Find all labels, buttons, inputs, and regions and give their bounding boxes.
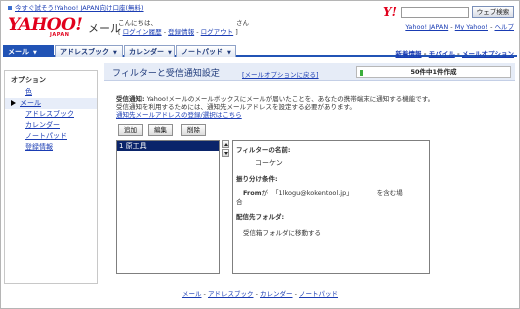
footer-notepad-link[interactable]: ノートパッド — [299, 290, 338, 298]
chevron-down-icon[interactable]: ▼ — [113, 47, 117, 59]
nav-right-links: 新着情報 - モバイル - メールオプション — [396, 48, 514, 58]
tab-calendar[interactable]: カレンダー ▼ — [124, 45, 175, 57]
whats-new-link[interactable]: 新着情報 — [396, 50, 422, 58]
sidebar-item-addressbook[interactable]: アドレスブック — [5, 109, 97, 120]
mail-options-link[interactable]: メールオプション — [462, 50, 514, 58]
separator: - — [203, 290, 206, 298]
separator: - — [423, 50, 427, 58]
separator: - — [294, 290, 297, 298]
move-down-icon[interactable] — [222, 149, 229, 157]
tab-mail[interactable]: メール ▼ — [3, 45, 54, 57]
separator: - — [196, 28, 199, 36]
folder-value: 受信箱フォルダに移動する — [243, 229, 321, 237]
filter-name-label: フィルターの名前: — [236, 146, 291, 154]
separator: - — [490, 23, 493, 31]
sidebar-item-mail[interactable]: メール — [5, 98, 97, 109]
yahoo-logo[interactable]: YAHOO! JAPAN — [8, 16, 84, 40]
logout-link[interactable]: ログアウト — [201, 28, 234, 36]
footer-links: メール - アドレスブック - カレンダー - ノートパッド — [0, 288, 520, 298]
arrow-right-icon — [11, 100, 16, 106]
sidebar-item-label[interactable]: ノートパッド — [25, 132, 67, 140]
back-to-options-link[interactable]: [メールオプションに戻る] — [242, 69, 319, 79]
sidebar-item-color[interactable]: 色 — [5, 87, 97, 98]
condition-ga: が — [261, 189, 268, 197]
notice-line2: 受信通知を利用するためには、通知先メールアドレスを設定する必要があります。 — [116, 103, 356, 111]
sidebar-item-profile[interactable]: 登録情報 — [5, 142, 97, 153]
chevron-down-icon[interactable]: ▼ — [33, 47, 37, 59]
notice-description: 受信通知: Yahoo!メールのメールボックスにメールが届いたことを、あなたの携… — [116, 95, 506, 119]
greeting-text: こんにちは、 — [118, 19, 157, 27]
yahoo-mini-icon: Y! — [383, 5, 397, 19]
notice-label: 受信通知: — [116, 95, 145, 103]
move-up-icon[interactable] — [222, 140, 229, 148]
filter-quota-meter: 50件中1件作成 — [356, 66, 511, 78]
tab-label: メール — [8, 48, 29, 56]
sidebar-item-label[interactable]: 登録情報 — [25, 143, 53, 151]
edit-button[interactable]: 編集 — [148, 124, 173, 136]
separator: - — [457, 50, 460, 58]
options-sidebar: オプション 色 メール アドレスブック カレンダー ノートパッド 登録情報 — [4, 70, 98, 284]
footer-addressbook-link[interactable]: アドレスブック — [208, 290, 254, 298]
logo-brand: YAHOO! — [8, 15, 83, 35]
account-links: [ ログイン履歴 - 登録情報 - ログアウト ] — [118, 28, 238, 37]
condition-text: Fromが 「1lkogu@kokentool.jp」 を含む場 — [243, 187, 403, 197]
folder-label: 配信先フォルダ: — [236, 213, 285, 221]
notice-line1: Yahoo!メールのメールボックスにメールが届いたことを、あなたの携帯端末に通知… — [146, 95, 435, 103]
separator: - — [450, 23, 453, 31]
sidebar-heading: オプション — [11, 76, 46, 84]
bullet-icon — [8, 6, 12, 10]
quota-text: 50件中1件作成 — [410, 68, 457, 76]
bracket-close: ] — [235, 28, 238, 36]
tab-addressbook[interactable]: アドレスブック ▼ — [55, 45, 123, 57]
add-button[interactable]: 追加 — [118, 124, 143, 136]
top-links: Yahoo! JAPAN - My Yahoo! - ヘルプ — [405, 21, 514, 31]
notify-address-link[interactable]: 通知先メールアドレスの登録/選択はこちら — [116, 111, 506, 119]
tab-label: アドレスブック — [60, 48, 109, 56]
tab-label: カレンダー — [129, 48, 164, 56]
web-search: Y! ウェブ検索 — [383, 5, 515, 19]
reorder-controls — [222, 140, 230, 158]
sidebar-item-label[interactable]: カレンダー — [25, 121, 60, 129]
main-header: フィルターと受信通知設定 [メールオプションに戻る] 50件中1件作成 — [104, 63, 515, 81]
tab-notepad[interactable]: ノートパッド ▼ — [176, 45, 236, 57]
condition-contains: を含む場 — [376, 189, 403, 197]
page-title: フィルターと受信通知設定 — [112, 69, 220, 79]
promo-line[interactable]: 今すぐ試そう!Yahoo! JAPAN向け口座(無料) — [8, 3, 144, 13]
greeting-block: こんにちは、 さん [ ログイン履歴 - 登録情報 - ログアウト ] — [118, 19, 249, 37]
yahoo-japan-link[interactable]: Yahoo! JAPAN — [405, 23, 448, 31]
condition-field: From — [243, 189, 262, 197]
footer-calendar-link[interactable]: カレンダー — [260, 290, 293, 298]
sidebar-item-label[interactable]: 色 — [25, 88, 32, 96]
footer-mail-link[interactable]: メール — [182, 290, 202, 298]
filter-list[interactable]: 1 原工具 — [116, 140, 220, 274]
list-item[interactable]: 1 原工具 — [117, 141, 219, 151]
condition-value: 「1lkogu@kokentool.jp」 — [272, 189, 353, 197]
delete-button[interactable]: 削除 — [181, 124, 206, 136]
sidebar-item-calendar[interactable]: カレンダー — [5, 120, 97, 131]
filter-name-value: コーケン — [255, 159, 283, 167]
mobile-link[interactable]: モバイル — [429, 50, 455, 58]
login-history-link[interactable]: ログイン履歴 — [123, 28, 162, 36]
logo-sub: JAPAN — [50, 32, 70, 38]
separator: - — [163, 28, 167, 36]
help-link[interactable]: ヘルプ — [495, 23, 515, 31]
separator: - — [255, 290, 258, 298]
search-input[interactable] — [401, 7, 469, 18]
sidebar-item-label[interactable]: メール — [20, 99, 41, 107]
tab-label: ノートパッド — [181, 48, 223, 56]
sidebar-item-label[interactable]: アドレスブック — [25, 110, 74, 118]
service-title: メール — [88, 22, 121, 35]
condition-label: 振り分け条件: — [236, 175, 278, 183]
condition-tail: 合 — [236, 198, 243, 206]
chevron-down-icon[interactable]: ▼ — [227, 47, 231, 59]
filter-detail-panel: フィルターの名前: コーケン 振り分け条件: Fromが 「1lkogu@kok… — [232, 140, 430, 274]
my-yahoo-link[interactable]: My Yahoo! — [455, 23, 488, 31]
promo-link[interactable]: 今すぐ試そう!Yahoo! JAPAN向け口座(無料) — [15, 4, 144, 12]
greeting-san: さん — [236, 19, 249, 27]
profile-link[interactable]: 登録情報 — [168, 28, 194, 36]
chevron-down-icon[interactable]: ▼ — [168, 47, 172, 59]
bracket-open: [ — [118, 28, 121, 36]
web-search-button[interactable]: ウェブ検索 — [472, 6, 514, 18]
sidebar-item-notepad[interactable]: ノートパッド — [5, 131, 97, 142]
